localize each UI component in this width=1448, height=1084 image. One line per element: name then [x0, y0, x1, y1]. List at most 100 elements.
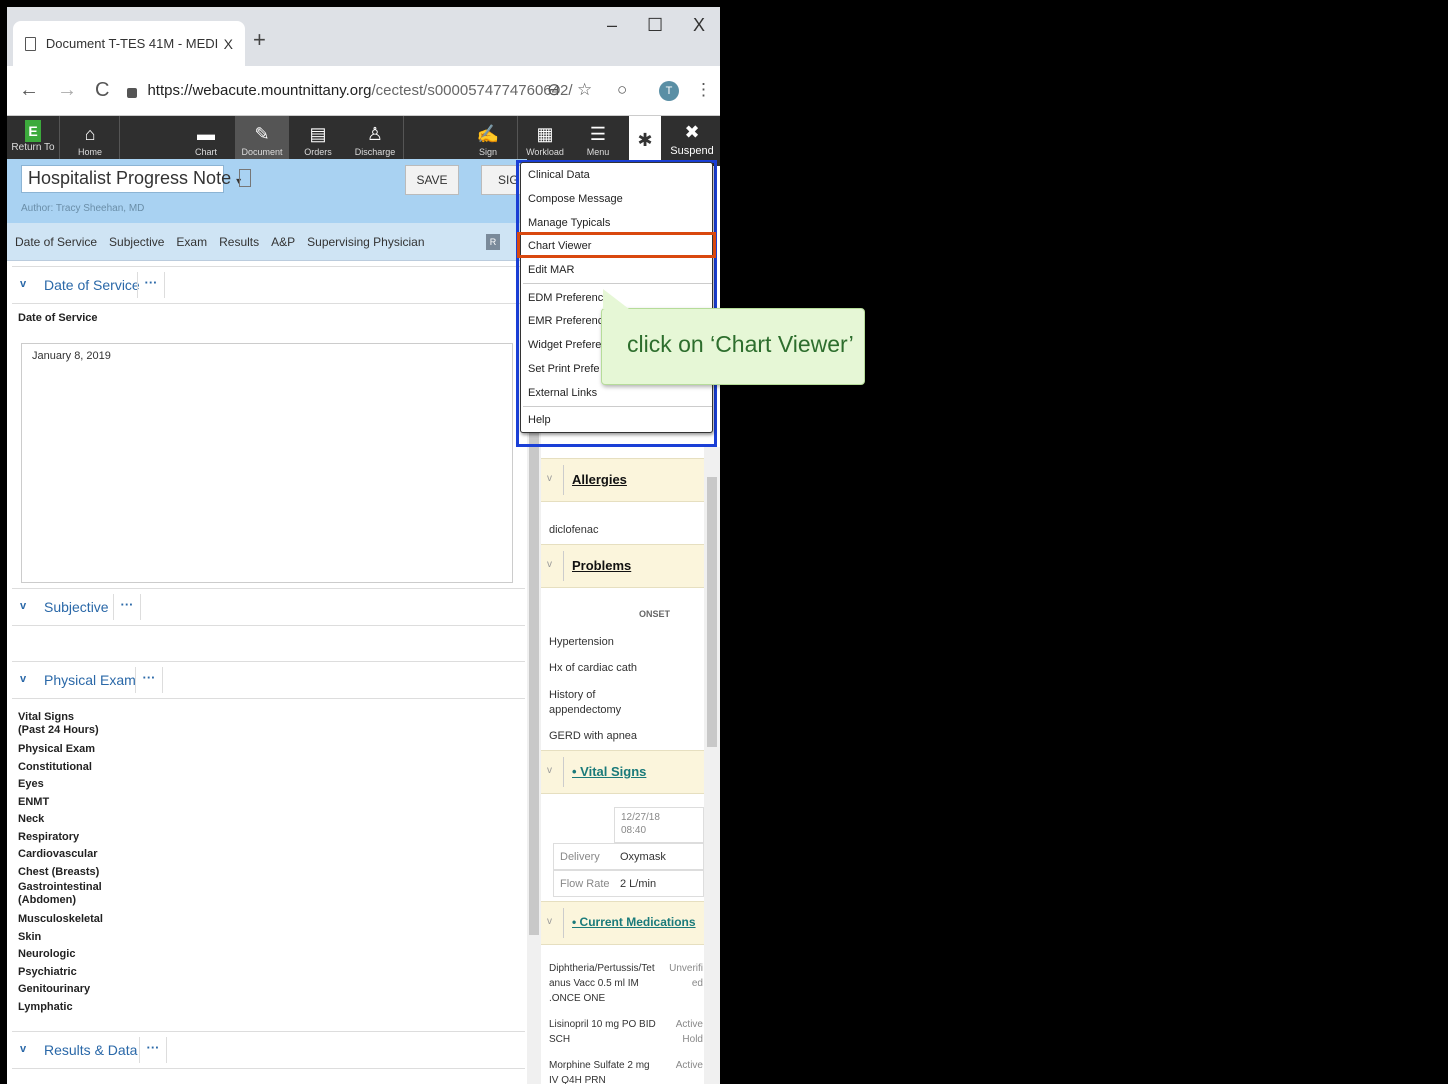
close-window-button[interactable]: X	[693, 15, 705, 36]
back-button[interactable]: ←	[19, 79, 39, 102]
browser-tab[interactable]: Document T-TES 41M - MEDITEC X	[13, 21, 245, 66]
forward-button[interactable]: →	[57, 79, 77, 102]
exam-item[interactable]: Cardiovascular	[18, 846, 103, 864]
suspend-button[interactable]: ✖ Suspend	[667, 116, 717, 166]
med-status-line: Hold	[682, 1034, 703, 1045]
extension-icon[interactable]: ○	[617, 80, 627, 100]
gear-icon: ✱	[637, 130, 653, 150]
exam-item[interactable]: Psychiatric	[18, 964, 103, 982]
tab-close-icon[interactable]: X	[224, 36, 233, 52]
settings-button[interactable]: ✱	[629, 116, 661, 166]
problem-item-cont: appendectomy	[549, 704, 622, 716]
chevron-down-icon[interactable]: v	[20, 1043, 26, 1055]
orders-icon: ▤	[309, 124, 327, 144]
more-options-icon[interactable]: ···	[135, 667, 163, 693]
exam-item[interactable]: Eyes	[18, 776, 103, 794]
section-header-subjective[interactable]: v Subjective ···	[12, 588, 525, 626]
chevron-down-icon[interactable]: v	[20, 278, 26, 290]
nav-a-and-p[interactable]: A&P	[271, 235, 295, 249]
exam-item[interactable]: Neck	[18, 811, 103, 829]
more-options-icon[interactable]: ···	[137, 272, 165, 298]
problem-item[interactable]: GERD with apnea	[549, 729, 637, 743]
exam-item[interactable]: Respiratory	[18, 829, 103, 847]
menu-item-help[interactable]: Help	[528, 414, 551, 426]
screen-frame: Document T-TES 41M - MEDITEC X + – ☐ X ←…	[0, 0, 1448, 1084]
problem-item[interactable]: Hypertension	[549, 635, 614, 649]
widget-header-current-medications[interactable]: v • Current Medications	[541, 901, 704, 945]
med-line: SCH	[549, 1034, 571, 1045]
medication-item[interactable]: Morphine Sulfate 2 mg IV Q4H PRN	[549, 1058, 650, 1084]
problems-title[interactable]: Problems	[572, 558, 631, 573]
medication-item[interactable]: Lisinopril 10 mg PO BID SCH	[549, 1017, 656, 1047]
exam-item[interactable]: Skin	[18, 929, 103, 947]
document-label: Document	[241, 147, 283, 157]
exam-item[interactable]: Chest (Breasts)	[18, 864, 103, 882]
date-of-service-field[interactable]: January 8, 2019	[21, 343, 513, 583]
chevron-down-icon[interactable]: v	[547, 473, 552, 484]
section-header-physical-exam[interactable]: v Physical Exam ···	[12, 661, 525, 699]
tab-strip: Document T-TES 41M - MEDITEC X + – ☐ X	[7, 7, 720, 66]
menu-item-clinical-data[interactable]: Clinical Data	[528, 169, 590, 181]
medication-item[interactable]: Diphtheria/Pertussis/Tet anus Vacc 0.5 m…	[549, 961, 655, 1006]
menu-item-widget-preferences[interactable]: Widget Prefere	[528, 339, 601, 351]
profile-avatar[interactable]: T	[659, 81, 679, 101]
note-list-icon[interactable]	[239, 169, 251, 187]
widget-header-allergies[interactable]: v Allergies	[541, 458, 704, 502]
maximize-button[interactable]: ☐	[647, 15, 663, 36]
chevron-down-icon[interactable]: v	[547, 559, 552, 570]
chevron-down-icon[interactable]: v	[547, 765, 552, 776]
url-field[interactable]: https://webacute.mountnittany.org/cectes…	[147, 82, 572, 99]
minimize-button[interactable]: –	[607, 15, 617, 36]
widget-header-problems[interactable]: v Problems	[541, 544, 704, 588]
exam-item[interactable]: Constitutional	[18, 759, 103, 777]
browser-menu-icon[interactable]: ⋮	[695, 80, 712, 100]
problem-item[interactable]: History of	[549, 688, 595, 702]
allergies-title[interactable]: Allergies	[572, 472, 627, 487]
more-options-icon[interactable]: ···	[139, 1037, 167, 1063]
menu-item-external-links[interactable]: External Links	[528, 387, 597, 399]
exam-item[interactable]: Physical Exam	[18, 741, 103, 759]
reload-button[interactable]: C	[95, 79, 109, 102]
nav-date-of-service[interactable]: Date of Service	[15, 235, 97, 249]
r-badge[interactable]: R	[486, 234, 500, 250]
chevron-down-icon[interactable]: v	[20, 673, 26, 685]
exam-item[interactable]: Genitourinary	[18, 981, 103, 999]
section-header-date-of-service[interactable]: v Date of Service ···	[12, 266, 525, 304]
menu-item-edit-mar[interactable]: Edit MAR	[528, 264, 574, 276]
chevron-down-icon[interactable]: v	[20, 600, 26, 612]
nav-exam[interactable]: Exam	[176, 235, 207, 249]
note-header: Hospitalist Progress Note ▾ Author: Trac…	[7, 159, 535, 223]
exam-item[interactable]: Lymphatic	[18, 999, 103, 1017]
menu-item-manage-typicals[interactable]: Manage Typicals	[528, 217, 610, 229]
nav-subjective[interactable]: Subjective	[109, 235, 164, 249]
exam-item[interactable]: ENMT	[18, 794, 103, 812]
widget-scrollbar[interactable]	[704, 447, 720, 1084]
menu-button[interactable]: ☰ Menu	[573, 116, 623, 166]
current-medications-title[interactable]: • Current Medications	[572, 915, 696, 929]
zoom-icon[interactable]: ⊖	[547, 80, 561, 100]
section-header-results[interactable]: v Results & Data ···	[12, 1031, 525, 1069]
new-tab-button[interactable]: +	[253, 27, 266, 53]
exam-item[interactable]: Neurologic	[18, 946, 103, 964]
workload-button[interactable]: ▦ Workload	[521, 116, 569, 166]
save-button[interactable]: SAVE	[405, 165, 459, 195]
widget-header-vital-signs[interactable]: v • Vital Signs	[541, 750, 704, 794]
exam-item[interactable]: Vital Signs	[18, 711, 103, 724]
more-options-icon[interactable]: ···	[113, 594, 141, 620]
med-status-line: ed	[691, 978, 703, 989]
vital-signs-title[interactable]: • Vital Signs	[572, 764, 646, 779]
menu-item-set-print-preferences[interactable]: Set Print Prefe	[528, 363, 600, 375]
problem-item[interactable]: Hx of cardiac cath	[549, 661, 637, 675]
menu-item-compose-message[interactable]: Compose Message	[528, 193, 623, 205]
nav-supervising-physician[interactable]: Supervising Physician	[307, 235, 424, 249]
menu-item-emr-preferences[interactable]: EMR Preferenc	[528, 315, 603, 327]
exam-item[interactable]: Gastrointestinal	[18, 881, 103, 894]
menu-item-edm-preferences[interactable]: EDM Preferenc	[528, 292, 603, 304]
chevron-down-icon[interactable]: v	[547, 916, 552, 927]
star-icon[interactable]: ☆	[577, 80, 592, 100]
author-label: Author: Tracy Sheehan, MD	[21, 203, 145, 214]
exam-item[interactable]: Musculoskeletal	[18, 911, 103, 929]
nav-results[interactable]: Results	[219, 235, 259, 249]
note-type-select[interactable]: Hospitalist Progress Note ▾	[21, 165, 241, 193]
scrollbar-thumb[interactable]	[707, 477, 717, 747]
